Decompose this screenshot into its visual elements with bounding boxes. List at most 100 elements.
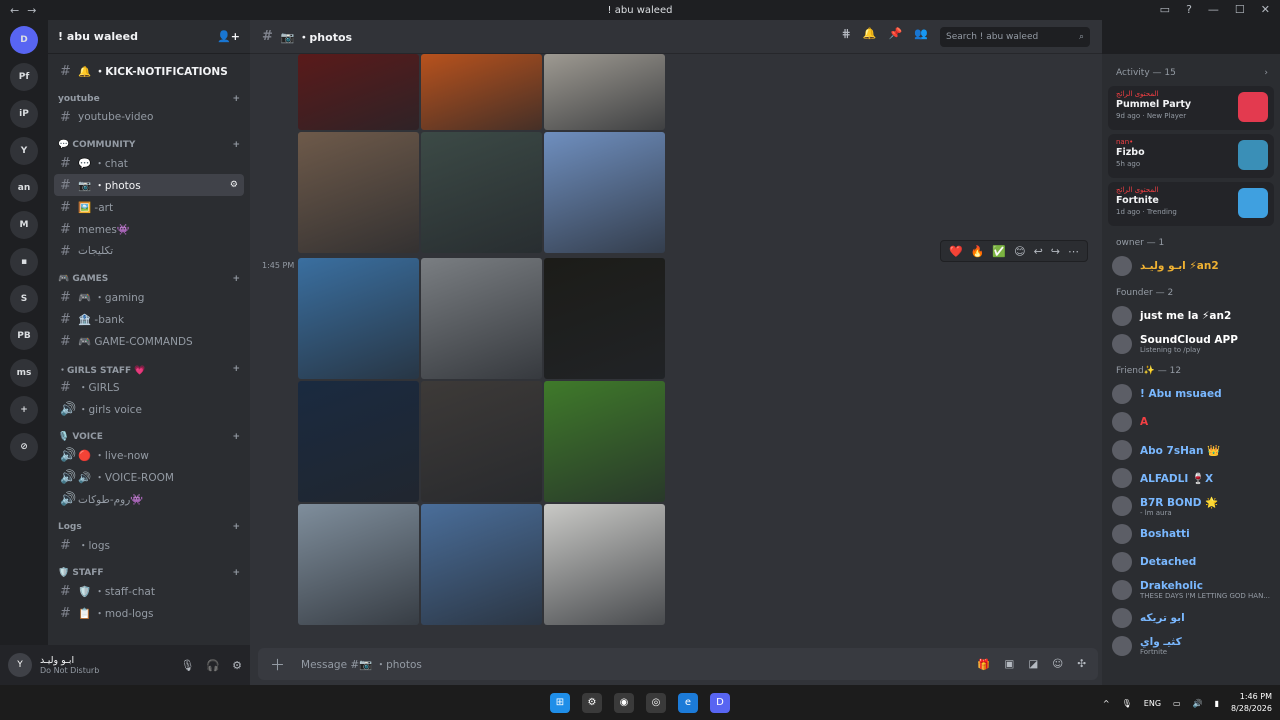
server-icon[interactable]: D bbox=[10, 26, 38, 54]
member-item[interactable]: B7R BOND 🌟 - lm aura bbox=[1102, 492, 1280, 520]
member-item[interactable]: Abo 7sHan 👑 bbox=[1102, 436, 1280, 464]
category-header[interactable]: 🎮 GAMES + bbox=[48, 272, 250, 286]
channel-item[interactable]: # ・logs bbox=[54, 534, 244, 556]
user-avatar[interactable]: Y bbox=[8, 653, 32, 677]
message-action-icon[interactable]: ❤️ bbox=[949, 245, 963, 258]
member-item[interactable]: ابو تريكه bbox=[1102, 604, 1280, 632]
add-channel-icon[interactable]: + bbox=[232, 568, 240, 578]
photo-attachment[interactable] bbox=[421, 504, 542, 625]
member-item[interactable]: Boshatti bbox=[1102, 520, 1280, 548]
settings-app-icon[interactable]: ⚙ bbox=[582, 692, 602, 713]
add-channel-icon[interactable]: + bbox=[232, 274, 240, 284]
server-icon[interactable]: + bbox=[10, 396, 38, 424]
message-action-icon[interactable]: 😊 bbox=[1014, 245, 1025, 258]
photo-attachment[interactable] bbox=[298, 132, 419, 253]
server-icon[interactable]: ms bbox=[10, 359, 38, 387]
photo-attachment[interactable] bbox=[544, 54, 665, 130]
search-input[interactable]: Search ! abu waleed ⌕ bbox=[940, 26, 1090, 47]
sticker-icon[interactable]: ◪ bbox=[1028, 658, 1038, 671]
member-item[interactable]: ALFADLI 🍷X bbox=[1102, 464, 1280, 492]
server-icon[interactable]: ▪ bbox=[10, 248, 38, 276]
channel-item[interactable]: 🔊 روم-طوكات👾 bbox=[54, 488, 244, 510]
photo-attachment[interactable] bbox=[298, 381, 419, 502]
gif-icon[interactable]: ▣ bbox=[1004, 658, 1014, 671]
channel-item[interactable]: # 💬 ・chat bbox=[54, 152, 244, 174]
channel-item[interactable]: 🔊 ・girls voice bbox=[54, 398, 244, 420]
guild-header[interactable]: ! abu waleed 👤+ bbox=[48, 20, 250, 54]
chevron-right-icon[interactable]: › bbox=[1264, 68, 1268, 78]
add-member-icon[interactable]: 👤+ bbox=[217, 30, 240, 43]
member-item[interactable]: Drakeholic THESE DAYS I'M LETTING GOD HAN… bbox=[1102, 576, 1280, 604]
channel-kick-notifications[interactable]: # 🔔 ・KICK-NOTIFICATIONS bbox=[54, 60, 244, 82]
channel-item[interactable]: # 🏦 -bank bbox=[54, 308, 244, 330]
channel-item[interactable]: # ・GIRLS bbox=[54, 376, 244, 398]
pin-icon[interactable]: 📌 bbox=[889, 27, 903, 47]
photo-attachment[interactable] bbox=[544, 504, 665, 625]
server-icon[interactable]: Y bbox=[10, 137, 38, 165]
server-icon[interactable]: an bbox=[10, 174, 38, 202]
network-icon[interactable]: ▭ bbox=[1173, 699, 1181, 708]
tray-mic-icon[interactable]: 🎙 bbox=[1122, 699, 1132, 708]
gift-icon[interactable]: 🎁 bbox=[977, 658, 990, 671]
category-header[interactable]: 💬 COMMUNITY + bbox=[48, 138, 250, 152]
member-item[interactable]: Detached bbox=[1102, 548, 1280, 576]
member-item[interactable]: ابـو وليـد ⚡an2 bbox=[1102, 252, 1280, 280]
maximize-button[interactable]: ☐ bbox=[1235, 3, 1245, 16]
edge-icon[interactable]: e bbox=[678, 692, 698, 713]
nav-arrows[interactable]: ←→ bbox=[10, 4, 44, 17]
threads-icon[interactable]: ⋕ bbox=[842, 27, 851, 47]
member-item[interactable]: ! Abu msuaed bbox=[1102, 380, 1280, 408]
clock[interactable]: 1:46 PM 8/28/2026 bbox=[1231, 691, 1272, 715]
members-icon[interactable]: 👥 bbox=[914, 27, 928, 47]
discord-icon[interactable]: D bbox=[710, 692, 730, 713]
channel-item[interactable]: # youtube-video bbox=[54, 106, 244, 128]
windows-start-icon[interactable]: ⊞ bbox=[550, 692, 570, 713]
activity-card[interactable]: المحتوى الرائج Pummel Party 9d ago · New P… bbox=[1108, 86, 1274, 130]
server-icon[interactable]: M bbox=[10, 211, 38, 239]
volume-icon[interactable]: 🔊 bbox=[1193, 699, 1203, 708]
category-header[interactable]: 🛡️ STAFF + bbox=[48, 566, 250, 580]
message-action-icon[interactable]: ↪ bbox=[1051, 245, 1060, 258]
github-icon[interactable]: ◎ bbox=[646, 692, 666, 713]
activity-card[interactable]: المحتوى الرائج Fortnite 1d ago · Trending bbox=[1108, 182, 1274, 226]
chrome-icon[interactable]: ◉ bbox=[614, 692, 634, 713]
channel-item[interactable]: # 🎮 GAME-COMMANDS bbox=[54, 330, 244, 352]
photo-attachment[interactable] bbox=[421, 54, 542, 130]
help-icon[interactable]: ? bbox=[1186, 3, 1192, 16]
channel-item[interactable]: 🔊 🔊 ・VOICE-ROOM bbox=[54, 466, 244, 488]
channel-item[interactable]: # 📷 ・photos ⚙ bbox=[54, 174, 244, 196]
message-composer[interactable]: ＋ Message #📷 ・photos 🎁 ▣ ◪ ☺ ✣ bbox=[258, 648, 1098, 680]
photo-attachment[interactable] bbox=[421, 132, 542, 253]
channel-item[interactable]: 🔊 🔴 ・live-now bbox=[54, 444, 244, 466]
channel-item[interactable]: # 📋 ・mod-logs bbox=[54, 602, 244, 624]
photo-attachment[interactable] bbox=[544, 258, 665, 379]
photo-attachment[interactable] bbox=[298, 504, 419, 625]
category-header[interactable]: 🎙️ VOICE + bbox=[48, 430, 250, 444]
add-channel-icon[interactable]: + bbox=[232, 432, 240, 442]
emoji-icon[interactable]: ☺ bbox=[1052, 658, 1063, 671]
photo-attachment[interactable] bbox=[298, 258, 419, 379]
apps-icon[interactable]: ✣ bbox=[1077, 658, 1086, 671]
channel-item[interactable]: # 🛡️ ・staff-chat bbox=[54, 580, 244, 602]
language-indicator[interactable]: ENG bbox=[1144, 699, 1161, 708]
add-channel-icon[interactable]: + bbox=[232, 94, 240, 104]
settings-icon[interactable]: ⚙ bbox=[232, 659, 242, 672]
message-action-icon[interactable]: ⋯ bbox=[1068, 245, 1079, 258]
channel-item[interactable]: # 🎮 ・gaming bbox=[54, 286, 244, 308]
message-action-icon[interactable]: ↩ bbox=[1034, 245, 1043, 258]
category-header[interactable]: youtube + bbox=[48, 92, 250, 106]
server-icon[interactable]: PB bbox=[10, 322, 38, 350]
server-icon[interactable]: iP bbox=[10, 100, 38, 128]
category-header[interactable]: ・GIRLS STAFF 💗 + bbox=[48, 362, 250, 376]
add-channel-icon[interactable]: + bbox=[232, 140, 240, 150]
photo-attachment[interactable] bbox=[544, 381, 665, 502]
bell-icon[interactable]: 🔔 bbox=[863, 27, 877, 47]
message-action-icon[interactable]: ✅ bbox=[992, 245, 1006, 258]
server-icon[interactable]: Pf bbox=[10, 63, 38, 91]
tray-chevron-icon[interactable]: ^ bbox=[1103, 699, 1110, 708]
close-button[interactable]: ✕ bbox=[1261, 3, 1270, 16]
member-item[interactable]: كثيـ واي Fortnite bbox=[1102, 632, 1280, 660]
add-channel-icon[interactable]: + bbox=[232, 364, 240, 374]
channel-item[interactable]: # تكليجات bbox=[54, 240, 244, 262]
category-header[interactable]: Logs + bbox=[48, 520, 250, 534]
